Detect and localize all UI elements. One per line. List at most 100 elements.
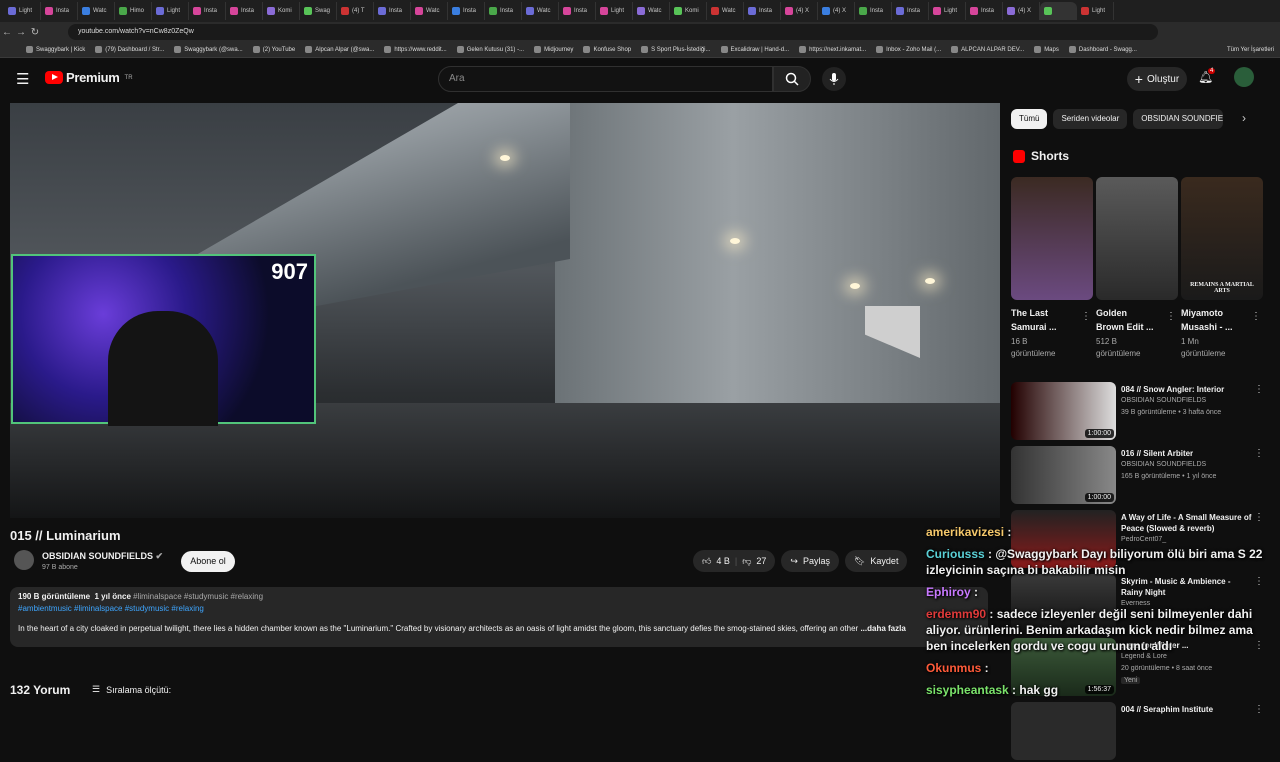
browser-tab[interactable]: Watc (78, 2, 115, 20)
more-options-icon[interactable]: ⋮ (1081, 311, 1091, 322)
tab-label: Komi (685, 8, 699, 14)
browser-tab[interactable]: Insta (41, 2, 78, 20)
more-options-icon[interactable]: ⋮ (1166, 311, 1176, 322)
tab-favicon-icon (452, 7, 460, 15)
browser-tab[interactable]: (4) X (818, 2, 855, 20)
forward-icon[interactable]: → (14, 27, 28, 38)
more-options-icon[interactable]: ⋮ (1251, 311, 1261, 322)
browser-tab[interactable]: (4) X (1003, 2, 1040, 20)
related-video-card[interactable]: 004 // Seraphim Institute ⋮ (1011, 702, 1266, 762)
filter-chip[interactable]: Tümü (1011, 109, 1048, 129)
bookmark-item[interactable]: Dashboard - Swagg... (1068, 46, 1137, 53)
short-card[interactable]: Golden Brown Edit ... 512 Bgörüntüleme ⋮ (1096, 177, 1178, 360)
all-bookmarks[interactable]: Tüm Yer İşaretleri (1227, 47, 1274, 53)
related-video-card[interactable]: 1:00:00 016 // Silent Arbiter OBSIDIAN SOU… (1011, 446, 1266, 506)
hashtags-1[interactable]: #liminalspace #studymusic #relaxing (133, 592, 263, 601)
video-player[interactable]: 907 (10, 103, 1000, 518)
subscribe-button[interactable]: Abone ol (181, 551, 235, 572)
bookmark-favicon-icon (876, 46, 884, 53)
hashtags-2[interactable]: #ambientmusic #liminalspace #studymusic … (18, 603, 980, 615)
browser-tab[interactable]: Insta (189, 2, 226, 20)
browser-tab[interactable]: Watc (707, 2, 744, 20)
browser-tab[interactable]: Insta (559, 2, 596, 20)
bookmark-item[interactable]: S Sport Plus-İstediği... (641, 46, 711, 53)
bookmark-item[interactable]: Alpcan Alpar (@swa... (305, 46, 374, 53)
create-button[interactable]: + Oluştur (1127, 67, 1187, 91)
browser-tab[interactable]: Light (596, 2, 633, 20)
bookmark-item[interactable]: Swaggybark | Kick (26, 46, 85, 53)
search-input[interactable]: Ara (438, 66, 773, 92)
thumbs-down-icon[interactable]: 👎︎ (742, 556, 751, 567)
browser-tab[interactable]: Light (4, 2, 41, 20)
browser-tab[interactable]: Komi (670, 2, 707, 20)
bookmark-item[interactable]: Gelen Kutusu (31) -... (456, 46, 524, 53)
browser-tab[interactable]: Watc (522, 2, 559, 20)
like-button[interactable]: 👍︎ 4 B | 👎︎ 27 (693, 550, 776, 572)
browser-tab[interactable]: Insta (448, 2, 485, 20)
url-field[interactable]: youtube.com/watch?v=nCw8z0ZeQw (68, 24, 1158, 40)
browser-tab[interactable]: Insta (374, 2, 411, 20)
description-box[interactable]: 190 B görüntüleme 1 yıl önce #liminalspa… (10, 587, 988, 647)
more-options-icon[interactable]: ⋮ (1254, 512, 1264, 523)
browser-tab[interactable]: Light (929, 2, 966, 20)
browser-tab[interactable]: Komi (263, 2, 300, 20)
more-options-icon[interactable]: ⋮ (1254, 448, 1264, 459)
filter-chip[interactable]: Seriden videolar (1053, 109, 1128, 129)
menu-icon[interactable]: ☰ (16, 70, 29, 88)
browser-tab[interactable]: Watc (411, 2, 448, 20)
bookmark-item[interactable]: (2) YouTube (252, 46, 295, 53)
bookmark-item[interactable]: Inbox - Zoho Mail (... (876, 46, 941, 53)
mic-button[interactable] (822, 67, 846, 91)
create-label: Oluştur (1146, 73, 1180, 85)
scene-light (925, 278, 935, 284)
search-button[interactable] (773, 66, 811, 92)
browser-tab[interactable]: Insta (892, 2, 929, 20)
browser-tab[interactable]: Insta (226, 2, 263, 20)
browser-tab[interactable]: (4) T (337, 2, 374, 20)
notification-badge: 4 (1208, 68, 1216, 74)
bookmark-item[interactable]: Swaggybark (@swa... (174, 46, 243, 53)
more-options-icon[interactable]: ⋮ (1254, 704, 1264, 715)
bookmark-item[interactable]: Midjourney (534, 46, 573, 53)
share-button[interactable]: ↪ Paylaş (781, 550, 839, 572)
bookmark-item[interactable]: https://www.reddit... (384, 46, 447, 53)
logo-text: Premium (66, 70, 120, 85)
avatar[interactable] (1234, 67, 1254, 87)
bookmark-item[interactable]: https://next.inkamat... (799, 46, 866, 53)
browser-tab[interactable] (1040, 2, 1077, 20)
bookmark-item[interactable]: Maps (1034, 46, 1059, 53)
bookmark-item[interactable]: Konfuse Shop (583, 46, 631, 53)
bookmark-item[interactable]: ALPCAN ALPAR DEV... (951, 46, 1024, 53)
browser-tab[interactable]: Insta (485, 2, 522, 20)
short-card[interactable]: The Last Samurai ... 16 Bgörüntüleme ⋮ (1011, 177, 1093, 360)
browser-tab[interactable]: Light (152, 2, 189, 20)
back-icon[interactable]: ← (0, 27, 14, 38)
tab-label: Insta (907, 8, 921, 14)
browser-tab[interactable]: Swag (300, 2, 337, 20)
browser-tab[interactable]: Insta (966, 2, 1003, 20)
browser-tab[interactable]: Himo (115, 2, 152, 20)
related-video-card[interactable]: 1:00:00 084 // Snow Angler: Interior OBSID… (1011, 382, 1266, 442)
short-card[interactable]: REMAINS A MARTIAL ARTS Miyamoto Musashi - … (1181, 177, 1263, 360)
more-options-icon[interactable]: ⋮ (1254, 384, 1264, 395)
channel-avatar[interactable] (14, 550, 34, 570)
save-label: Kaydet (870, 556, 899, 566)
reload-icon[interactable]: ↻ (28, 27, 42, 38)
show-more-link[interactable]: ...daha fazla (860, 624, 905, 633)
browser-tab[interactable]: Insta (744, 2, 781, 20)
youtube-logo[interactable]: Premium TR (45, 70, 133, 85)
bookmark-item[interactable]: Excalidraw | Hand-d... (720, 46, 789, 53)
channel-name[interactable]: OBSIDIAN SOUNDFIELDS ✔ (42, 551, 163, 562)
browser-tab[interactable]: Watc (633, 2, 670, 20)
tab-favicon-icon (933, 7, 941, 15)
browser-tab[interactable]: (4) X (781, 2, 818, 20)
video-title: 084 // Snow Angler: Interior (1121, 385, 1225, 394)
tab-favicon-icon (600, 7, 608, 15)
filter-chip[interactable]: OBSIDIAN SOUNDFIE (1133, 109, 1224, 129)
chevron-right-icon[interactable]: › (1242, 111, 1246, 125)
browser-tab[interactable]: Light (1077, 2, 1114, 20)
save-button[interactable]: 🔖︎ Kaydet (844, 550, 908, 572)
sort-button[interactable]: ☰ Sıralama ölçütü: (92, 684, 171, 695)
browser-tab[interactable]: Insta (855, 2, 892, 20)
bookmark-item[interactable]: (79) Dashboard / Str... (95, 46, 164, 53)
